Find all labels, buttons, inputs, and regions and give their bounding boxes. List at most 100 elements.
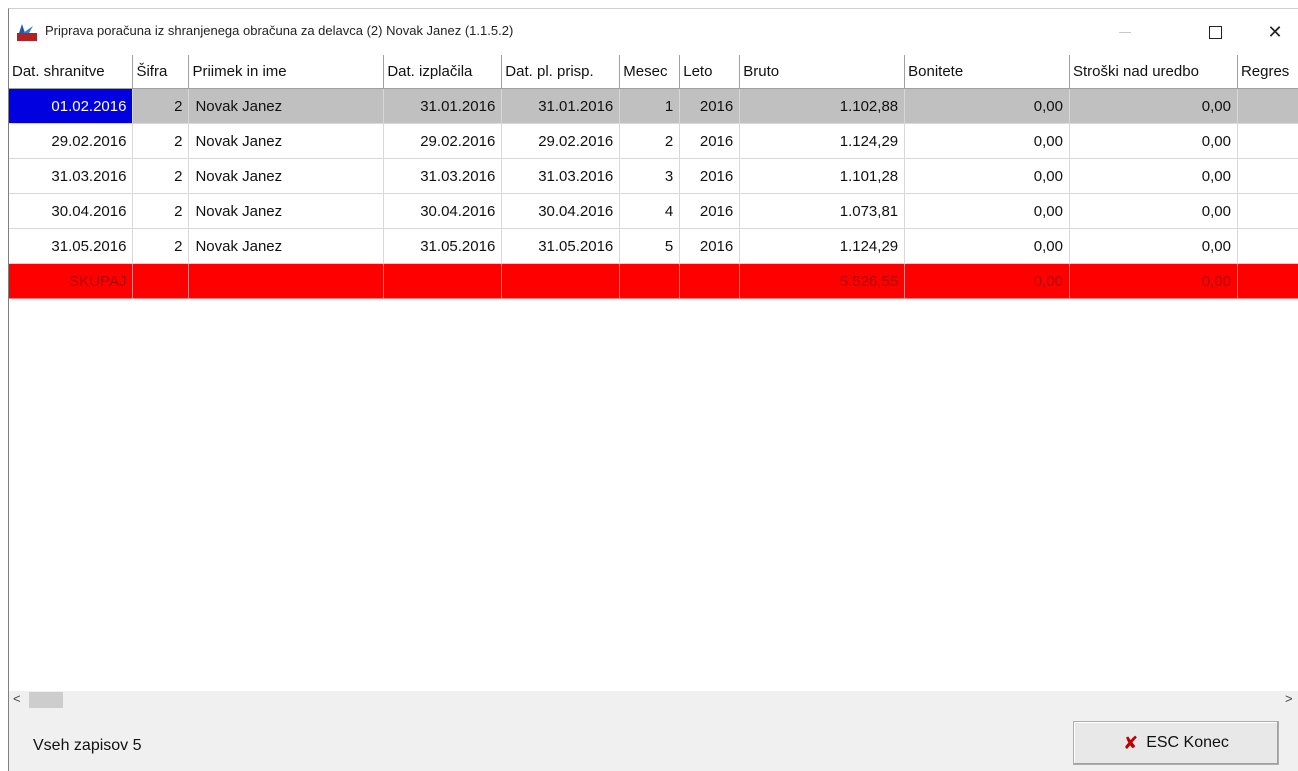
col-header-sifra[interactable]: Šifra xyxy=(132,55,190,89)
cell-mesec[interactable]: 4 xyxy=(619,193,681,229)
col-header-mesec[interactable]: Mesec xyxy=(619,55,681,89)
cell-sifra[interactable]: 2 xyxy=(132,123,190,159)
total-cell-empty xyxy=(679,263,741,299)
col-header-dat-izplacila[interactable]: Dat. izplačila xyxy=(383,55,503,89)
cell-bonitete[interactable]: 0,00 xyxy=(904,228,1070,264)
close-x-icon: ✘ xyxy=(1123,732,1139,753)
header-row: Dat. shranitve Šifra Priimek in ime Dat.… xyxy=(9,55,1298,89)
cell-sifra[interactable]: 2 xyxy=(132,193,190,229)
total-cell-empty xyxy=(188,263,385,299)
col-header-bruto[interactable]: Bruto xyxy=(739,55,906,89)
table-row[interactable]: 01.02.2016 2 Novak Janez 31.01.2016 31.0… xyxy=(9,88,1298,124)
cell-dat-pl-prisp[interactable]: 30.04.2016 xyxy=(501,193,621,229)
cell-dat-shranitve[interactable]: 30.04.2016 xyxy=(9,193,134,229)
scroll-right-arrow-icon[interactable]: > xyxy=(1285,691,1298,709)
record-count: Vseh zapisov 5 xyxy=(33,737,142,754)
cell-leto[interactable]: 2016 xyxy=(679,193,741,229)
cell-dat-shranitve[interactable]: 29.02.2016 xyxy=(9,123,134,159)
cell-sifra[interactable]: 2 xyxy=(132,88,190,124)
cell-regres[interactable] xyxy=(1237,193,1298,229)
cell-dat-pl-prisp[interactable]: 31.03.2016 xyxy=(501,158,621,194)
cell-dat-izplacila[interactable]: 31.05.2016 xyxy=(383,228,503,264)
status-bar: Vseh zapisov 5 ✘ ESC Konec xyxy=(9,709,1298,771)
cell-mesec[interactable]: 1 xyxy=(619,88,681,124)
col-header-dat-shranitve[interactable]: Dat. shranitve xyxy=(9,55,134,89)
cell-mesec[interactable]: 3 xyxy=(619,158,681,194)
cell-dat-pl-prisp[interactable]: 31.05.2016 xyxy=(501,228,621,264)
cell-dat-izplacila[interactable]: 31.01.2016 xyxy=(383,88,503,124)
total-cell-empty xyxy=(619,263,681,299)
cell-mesec[interactable]: 2 xyxy=(619,123,681,159)
table-row[interactable]: 30.04.2016 2 Novak Janez 30.04.2016 30.0… xyxy=(9,193,1298,229)
cell-dat-pl-prisp[interactable]: 31.01.2016 xyxy=(501,88,621,124)
cell-dat-shranitve[interactable]: 31.05.2016 xyxy=(9,228,134,264)
cell-sifra[interactable]: 2 xyxy=(132,228,190,264)
window-title: Priprava poračuna iz shranjenega obračun… xyxy=(45,23,514,38)
minimize-button[interactable] xyxy=(1099,9,1151,55)
cell-dat-izplacila[interactable]: 30.04.2016 xyxy=(383,193,503,229)
cell-mesec[interactable]: 5 xyxy=(619,228,681,264)
cell-bonitete[interactable]: 0,00 xyxy=(904,123,1070,159)
minimize-icon xyxy=(1119,31,1131,33)
total-stroski: 0,00 xyxy=(1069,263,1238,299)
cell-leto[interactable]: 2016 xyxy=(679,123,741,159)
cell-bonitete[interactable]: 0,00 xyxy=(904,158,1070,194)
total-cell-empty xyxy=(1237,263,1298,299)
cell-bruto[interactable]: 1.101,28 xyxy=(739,158,906,194)
cell-stroski[interactable]: 0,00 xyxy=(1069,123,1238,159)
cell-ime[interactable]: Novak Janez xyxy=(188,88,385,124)
cell-dat-pl-prisp[interactable]: 29.02.2016 xyxy=(501,123,621,159)
col-header-stroski[interactable]: Stroški nad uredbo xyxy=(1069,55,1238,89)
cell-sifra[interactable]: 2 xyxy=(132,158,190,194)
cell-stroski[interactable]: 0,00 xyxy=(1069,158,1238,194)
records-table: Dat. shranitve Šifra Priimek in ime Dat.… xyxy=(9,55,1298,299)
table-row[interactable]: 31.03.2016 2 Novak Janez 31.03.2016 31.0… xyxy=(9,158,1298,194)
scroll-left-arrow-icon[interactable]: < xyxy=(13,691,27,709)
maximize-button[interactable] xyxy=(1189,9,1241,55)
cell-bruto[interactable]: 1.073,81 xyxy=(739,193,906,229)
horizontal-scrollbar[interactable]: < > xyxy=(9,691,1298,709)
cell-regres[interactable] xyxy=(1237,228,1298,264)
cell-dat-shranitve[interactable]: 31.03.2016 xyxy=(9,158,134,194)
col-header-bonitete[interactable]: Bonitete xyxy=(904,55,1070,89)
cell-bruto[interactable]: 1.124,29 xyxy=(739,228,906,264)
cell-regres[interactable] xyxy=(1237,123,1298,159)
total-cell-empty xyxy=(501,263,621,299)
cell-dat-izplacila[interactable]: 29.02.2016 xyxy=(383,123,503,159)
cell-ime[interactable]: Novak Janez xyxy=(188,228,385,264)
app-icon xyxy=(17,24,37,41)
cell-regres[interactable] xyxy=(1237,88,1298,124)
col-header-dat-pl-prisp[interactable]: Dat. pl. prisp. xyxy=(501,55,621,89)
records-grid[interactable]: Dat. shranitve Šifra Priimek in ime Dat.… xyxy=(9,55,1298,691)
title-bar[interactable]: Priprava poračuna iz shranjenega obračun… xyxy=(9,9,1298,55)
scroll-thumb[interactable] xyxy=(29,692,63,708)
cell-bruto[interactable]: 1.102,88 xyxy=(739,88,906,124)
cell-bonitete[interactable]: 0,00 xyxy=(904,88,1070,124)
total-cell-empty xyxy=(383,263,503,299)
cell-ime[interactable]: Novak Janez xyxy=(188,193,385,229)
cell-leto[interactable]: 2016 xyxy=(679,158,741,194)
table-row[interactable]: 31.05.2016 2 Novak Janez 31.05.2016 31.0… xyxy=(9,228,1298,264)
cell-stroski[interactable]: 0,00 xyxy=(1069,88,1238,124)
cell-ime[interactable]: Novak Janez xyxy=(188,158,385,194)
total-cell-empty xyxy=(132,263,190,299)
cell-stroski[interactable]: 0,00 xyxy=(1069,193,1238,229)
cell-bruto[interactable]: 1.124,29 xyxy=(739,123,906,159)
cell-leto[interactable]: 2016 xyxy=(679,88,741,124)
dialog-window: Priprava poračuna iz shranjenega obračun… xyxy=(8,8,1298,771)
cell-leto[interactable]: 2016 xyxy=(679,228,741,264)
col-header-regres[interactable]: Regres xyxy=(1237,55,1298,89)
cell-ime[interactable]: Novak Janez xyxy=(188,123,385,159)
close-button[interactable]: ✕ xyxy=(1249,9,1298,55)
cell-regres[interactable] xyxy=(1237,158,1298,194)
cell-dat-izplacila[interactable]: 31.03.2016 xyxy=(383,158,503,194)
cell-dat-shranitve[interactable]: 01.02.2016 xyxy=(9,88,134,124)
col-header-priimek-ime[interactable]: Priimek in ime xyxy=(188,55,385,89)
esc-close-button[interactable]: ✘ ESC Konec xyxy=(1073,721,1279,765)
cell-bonitete[interactable]: 0,00 xyxy=(904,193,1070,229)
maximize-icon xyxy=(1208,25,1222,39)
table-row[interactable]: 29.02.2016 2 Novak Janez 29.02.2016 29.0… xyxy=(9,123,1298,159)
col-header-leto[interactable]: Leto xyxy=(679,55,741,89)
cell-stroski[interactable]: 0,00 xyxy=(1069,228,1238,264)
esc-close-label: ESC Konec xyxy=(1146,734,1229,751)
